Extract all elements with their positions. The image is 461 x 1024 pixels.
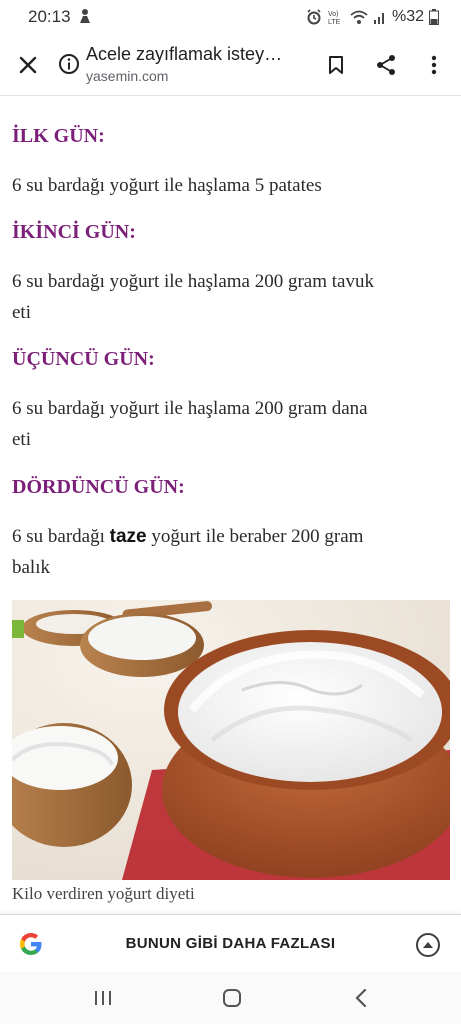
day-2-line-1: 6 su bardağı yoğurt ile haşlama 200 gram… <box>12 271 374 292</box>
day-2-heading: İKİNCİ GÜN: <box>12 221 136 243</box>
more-vert-icon <box>431 55 437 75</box>
more-like-this-bar[interactable]: BUNUN GİBİ DAHA FAZLASI <box>0 914 461 972</box>
yogurt-photo[interactable] <box>12 600 450 880</box>
close-icon <box>19 56 37 74</box>
day-3-line-2: eti <box>12 429 31 450</box>
back-icon <box>355 989 367 1007</box>
home-icon <box>223 989 241 1007</box>
day-4-text-a: 6 su bardağı <box>12 526 110 547</box>
status-time: 20:13 <box>28 7 71 26</box>
article-content: İLK GÜN: 6 su bardağı yoğurt ile haşlama… <box>0 97 461 913</box>
day-4-line-2: balık <box>12 557 50 578</box>
system-nav-bar <box>0 972 461 1024</box>
bookmark-icon <box>329 56 343 74</box>
volte-icon: Vo) LTE <box>328 11 341 26</box>
recents-icon <box>95 991 111 1005</box>
custom-tab-toolbar: Acele zayıflamak istey… yasemin.com <box>0 34 461 96</box>
bookmark-button[interactable] <box>320 49 352 81</box>
day-2-text: 6 su bardağı yoğurt ile haşlama 200 gram… <box>12 266 452 328</box>
day-3-line-1: 6 su bardağı yoğurt ile haşlama 200 gram… <box>12 398 368 419</box>
chevron-up-icon <box>423 942 433 948</box>
notification-icon <box>80 9 90 23</box>
day-4-bold-word: taze <box>109 526 147 547</box>
more-like-this-label[interactable]: BUNUN GİBİ DAHA FAZLASI <box>0 935 461 952</box>
image-caption: Kilo verdiren yoğurt diyeti <box>12 884 195 903</box>
day-1-heading: İLK GÜN: <box>12 125 105 147</box>
day-4-heading: DÖRDÜNCÜ GÜN: <box>12 476 185 498</box>
recents-button[interactable] <box>88 984 118 1012</box>
expand-button[interactable] <box>416 933 440 957</box>
day-1-text: 6 su bardağı yoğurt ile haşlama 5 patate… <box>12 170 452 201</box>
battery-percent: %32 <box>391 8 424 25</box>
share-icon <box>377 55 395 75</box>
page-url[interactable]: yasemin.com <box>86 68 168 84</box>
back-button[interactable] <box>346 984 376 1012</box>
page-title[interactable]: Acele zayıflamak istey… <box>86 44 301 65</box>
day-4-line-1: 6 su bardağı taze yoğurt ile beraber 200… <box>12 521 452 552</box>
battery-icon <box>429 9 439 25</box>
svg-text:LTE: LTE <box>328 19 341 26</box>
home-button[interactable] <box>217 984 247 1012</box>
share-button[interactable] <box>370 49 402 81</box>
day-4-text: 6 su bardağı taze yoğurt ile beraber 200… <box>12 521 452 583</box>
signal-icon <box>373 13 384 24</box>
svg-text:Vo): Vo) <box>328 11 339 18</box>
alarm-icon <box>307 9 321 25</box>
more-options-button[interactable] <box>420 49 448 81</box>
day-1-line-1: 6 su bardağı yoğurt ile haşlama 5 patate… <box>12 175 322 196</box>
info-icon[interactable] <box>58 53 80 75</box>
close-button[interactable] <box>12 49 44 81</box>
day-4-text-b: yoğurt ile beraber 200 gram <box>146 526 364 547</box>
day-3-text: 6 su bardağı yoğurt ile haşlama 200 gram… <box>12 393 452 455</box>
wifi-icon <box>350 10 368 24</box>
status-bar: 20:13 Vo) LTE %32 <box>0 0 461 34</box>
day-3-heading: ÜÇÜNCÜ GÜN: <box>12 348 155 370</box>
day-2-line-2: eti <box>12 302 31 323</box>
